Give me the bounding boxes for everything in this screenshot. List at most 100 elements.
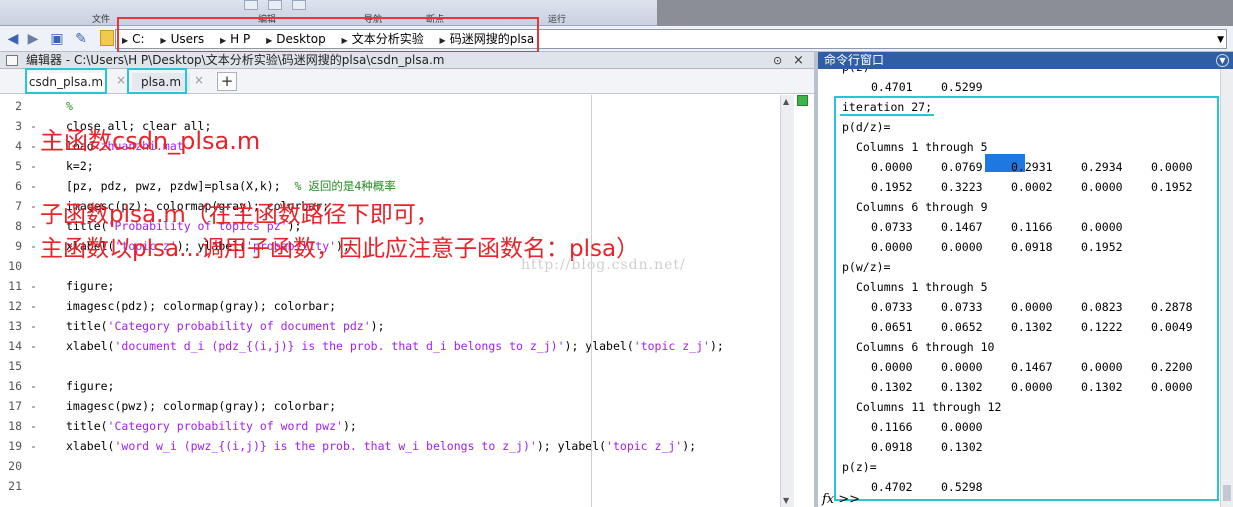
breakpoint-marker[interactable]: -: [30, 436, 37, 456]
code-token: imagesc(pdz); colormap(gray); colorbar;: [66, 299, 337, 313]
breakpoint-marker[interactable]: -: [30, 336, 37, 356]
tab-close-icon[interactable]: ×: [116, 73, 126, 87]
code-token: );: [709, 339, 724, 353]
code-line[interactable]: 11- figure;: [0, 276, 780, 296]
command-window-title-bar: 命令行窗口 ▼: [818, 52, 1233, 69]
ribbon-filler: [657, 0, 1233, 26]
command-window-scrollbar[interactable]: [1220, 69, 1233, 507]
code-line[interactable]: 19- xlabel('word w_i (pwz_{(i,j)} is the …: [0, 436, 780, 456]
line-number: 12: [8, 299, 22, 313]
code-text: imagesc(pwz); colormap(gray); colorbar;: [66, 396, 336, 416]
watermark: http://blog.csdn.net/: [521, 257, 686, 273]
code-token: title(: [66, 319, 108, 333]
code-token: );: [682, 439, 697, 453]
line-number: 5: [15, 159, 22, 173]
editor-title-bar: 编辑器 - C:\Users\H P\Desktop\文本分析实验\码迷网搜的p…: [0, 52, 814, 69]
editor-scrollbar[interactable]: ▲ ▼: [780, 95, 794, 507]
code-text: k=2;: [66, 156, 94, 176]
output-label: p(z)=: [842, 69, 877, 77]
browse-folder-icon[interactable]: ✎: [72, 30, 90, 48]
code-line[interactable]: 15: [0, 356, 780, 376]
breakpoint-marker[interactable]: -: [30, 116, 37, 136]
ribbon-button-icon[interactable]: [292, 0, 306, 10]
code-line[interactable]: 14- xlabel('document d_i (pdz_{(i,j)} is …: [0, 336, 780, 356]
breakpoint-marker[interactable]: -: [30, 276, 37, 296]
ribbon-button-icon[interactable]: [244, 0, 258, 10]
code-line[interactable]: 13- title('Category probability of docume…: [0, 316, 780, 336]
comment: % 返回的是4种概率: [294, 179, 396, 193]
code-token: imagesc(pwz); colormap(gray); colorbar;: [66, 399, 337, 413]
line-number: 8: [15, 219, 22, 233]
code-line[interactable]: 6- [pz, pdz, pwz, pzdw]=plsa(X,k); % 返回的是…: [0, 176, 780, 196]
scrollbar-thumb[interactable]: [1223, 485, 1231, 501]
code-text: %: [66, 96, 73, 116]
tab-close-icon[interactable]: ×: [194, 73, 204, 87]
code-token: xlabel(: [66, 439, 115, 453]
path-dropdown-icon[interactable]: ▼: [1217, 31, 1224, 49]
code-line[interactable]: 12- imagesc(pdz); colormap(gray); colorba…: [0, 296, 780, 316]
panel-menu-icon[interactable]: ▼: [1216, 54, 1229, 67]
line-number: 6: [15, 179, 22, 193]
breakpoint-marker[interactable]: -: [30, 176, 37, 196]
tab-highlight-box: [127, 68, 187, 94]
breakpoint-marker[interactable]: -: [30, 216, 37, 236]
code-line[interactable]: 18- title('Category probability of word p…: [0, 416, 780, 436]
code-token: title(: [66, 419, 108, 433]
close-editor-icon[interactable]: ×: [793, 52, 804, 69]
ribbon-section-file[interactable]: 文件: [92, 12, 110, 25]
line-number: 9: [15, 239, 22, 253]
breakpoint-marker[interactable]: -: [30, 136, 37, 156]
scroll-down-icon[interactable]: ▼: [783, 496, 789, 505]
line-number: 18: [8, 419, 22, 433]
breakpoint-marker[interactable]: -: [30, 236, 37, 256]
code-line[interactable]: 2%: [0, 96, 780, 116]
code-line[interactable]: 17- imagesc(pwz); colormap(gray); colorba…: [0, 396, 780, 416]
document-icon: [6, 55, 18, 66]
breakpoint-marker[interactable]: -: [30, 316, 37, 336]
code-line[interactable]: 16- figure;: [0, 376, 780, 396]
breakpoint-marker[interactable]: -: [30, 416, 37, 436]
iteration-underline: [840, 114, 934, 116]
code-token: ); ylabel(: [536, 439, 607, 453]
ribbon-section-run[interactable]: 运行: [548, 12, 566, 25]
breakpoint-marker[interactable]: -: [30, 396, 37, 416]
line-number: 14: [8, 339, 22, 353]
code-text: title('Category probability of word pwz'…: [66, 416, 357, 436]
code-token: k=2;: [66, 159, 94, 173]
code-line[interactable]: 20: [0, 456, 780, 476]
code-line[interactable]: 21: [0, 476, 780, 496]
code-text: xlabel('word w_i (pwz_{(i,j)} is the pro…: [66, 436, 696, 456]
string-literal: 'word w_i (pwz_{(i,j)} is the prob. that…: [114, 439, 537, 453]
breakpoint-marker[interactable]: -: [30, 156, 37, 176]
line-number: 19: [8, 439, 22, 453]
breakpoint-marker[interactable]: -: [30, 296, 37, 316]
code-token: figure;: [66, 379, 115, 393]
panel-menu-icon[interactable]: ⊙: [773, 52, 782, 69]
code-text: title('Category probability of document …: [66, 316, 385, 336]
line-number: 3: [15, 119, 22, 133]
string-literal: 'Category probability of document pdz': [107, 319, 371, 333]
line-number: 2: [15, 99, 22, 113]
up-folder-icon[interactable]: ▣: [48, 30, 66, 48]
scroll-up-icon[interactable]: ▲: [783, 97, 789, 106]
line-number: 4: [15, 139, 22, 153]
code-analyzer-icon[interactable]: [797, 95, 808, 106]
code-text: xlabel('document d_i (pdz_{(i,j)} is the…: [66, 336, 724, 356]
breakpoint-marker[interactable]: -: [30, 376, 37, 396]
new-tab-button[interactable]: +: [217, 72, 237, 91]
command-prompt[interactable]: fx >>: [822, 492, 860, 507]
code-token: figure;: [66, 279, 115, 293]
breakpoint-marker[interactable]: -: [30, 196, 37, 216]
command-window-title: 命令行窗口: [824, 53, 885, 67]
code-line[interactable]: 5- k=2;: [0, 156, 780, 176]
forward-arrow-icon[interactable]: ▶: [24, 30, 42, 48]
string-literal: 'document d_i (pdz_{(i,j)} is the prob. …: [114, 339, 565, 353]
path-highlight-box: [117, 17, 539, 53]
output-value: 0.5299: [941, 80, 983, 94]
code-area[interactable]: 2% 3- close all; clear all; 4- load zhuanzhi…: [0, 95, 780, 507]
ribbon-button-icon[interactable]: [268, 0, 282, 10]
line-number: 15: [8, 359, 22, 373]
back-arrow-icon[interactable]: ◀: [4, 30, 22, 48]
folder-icon: [100, 30, 114, 46]
editor-tab-strip: csdn_plsa.m × plsa.m × +: [0, 69, 814, 94]
